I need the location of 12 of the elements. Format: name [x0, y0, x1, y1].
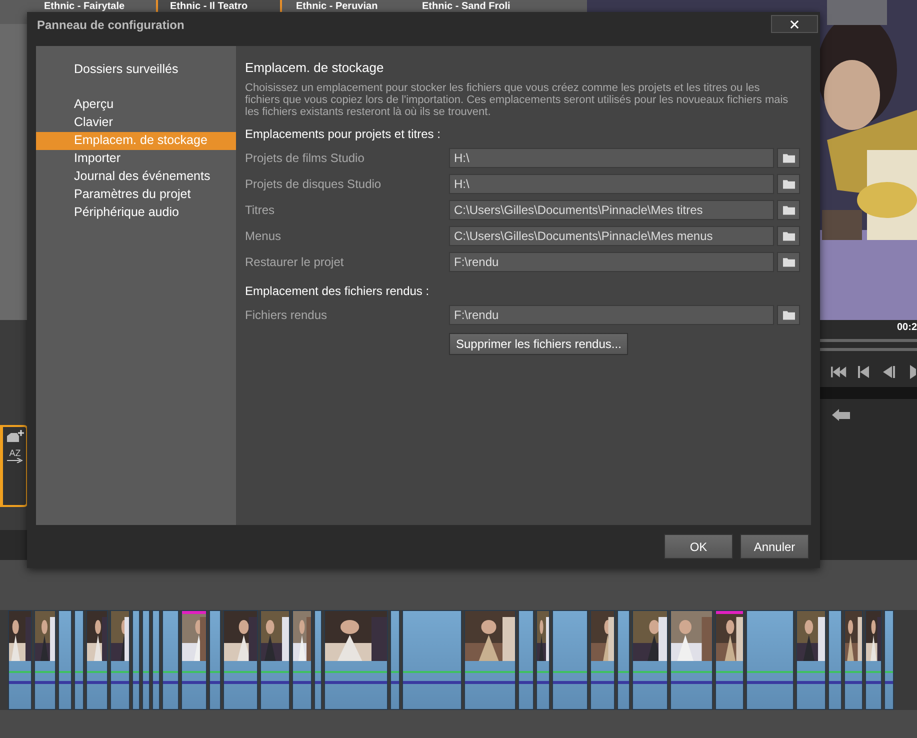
field-label: Titres: [245, 203, 276, 217]
page-title: Emplacem. de stockage: [245, 60, 385, 75]
field-label: Restaurer le projet: [245, 255, 345, 269]
field-label: Menus: [245, 229, 282, 243]
description-text: Choisissez un emplacement pour stocker les fichiers que vous créez comme les projets et les titres ou les fichiers que vous copiez lors de l'importation. Ces emplacements seront utilisés pour les novueaux fichiers mais les fichiers existants resteront là où ils se trouvent.: [245, 82, 790, 118]
dialog-title: Panneau de configuration: [37, 17, 184, 32]
field-label: Projets de films Studio: [245, 151, 366, 165]
field-label: Fichiers rendus: [245, 308, 328, 322]
section-title: Emplacement des fichiers rendus :: [245, 284, 430, 298]
section-title: Emplacements pour projets et titres :: [245, 127, 442, 141]
timecode: 00:2: [896, 321, 917, 333]
field-label: Projets de disques Studio: [245, 177, 382, 191]
